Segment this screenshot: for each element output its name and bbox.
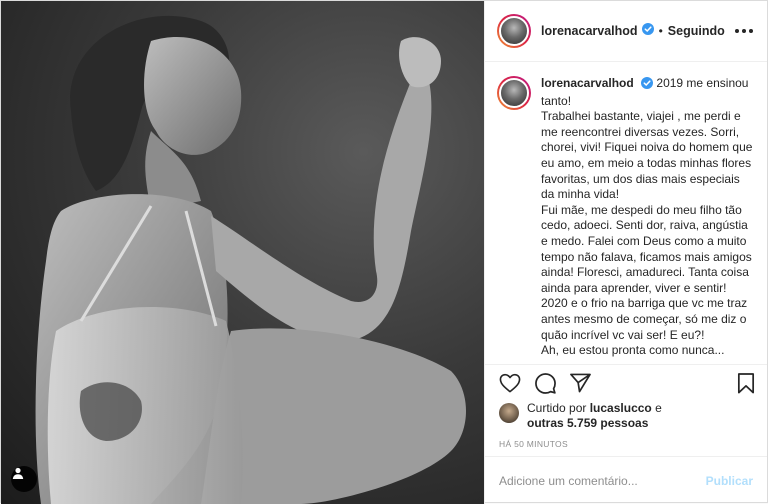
photo-illustration (35, 15, 466, 504)
comment-box: Publicar (485, 456, 767, 504)
likes-summary: Curtido por lucaslucco e outras 5.759 pe… (485, 401, 767, 435)
bookmark-icon[interactable] (737, 372, 755, 394)
post-header: lorenacarvalhod • Seguindo (485, 1, 767, 62)
comment-input[interactable] (499, 473, 706, 488)
likes-conjunction: e (655, 401, 662, 415)
caption-paragraph: 2020 e o frio na barriga que vc me traz … (541, 296, 748, 342)
instagram-post: lorenacarvalhod • Seguindo lorenacarvalh… (0, 0, 768, 504)
caption-paragraph: Trabalhei bastante, viajei , me perdi e … (541, 109, 753, 202)
author-avatar[interactable] (497, 14, 531, 48)
caption-paragraph: Ah, eu estou pronta como nunca... (541, 343, 725, 358)
caption-paragraph: Fui mãe, me despedi do meu filho tão ced… (541, 202, 752, 295)
author-username[interactable]: lorenacarvalhod (541, 24, 638, 38)
other-likes-link[interactable]: outras 5.759 pessoas (527, 416, 648, 430)
post-details-panel: lorenacarvalhod • Seguindo lorenacarvalh… (484, 1, 767, 504)
publish-button[interactable]: Publicar (706, 474, 753, 488)
header-separator: • (658, 24, 663, 38)
caption-author-avatar[interactable] (497, 76, 531, 110)
verified-badge-icon (641, 77, 654, 94)
caption-username[interactable]: lorenacarvalhod (541, 76, 634, 90)
following-button[interactable]: Seguindo (668, 24, 725, 38)
liker-avatar[interactable] (499, 403, 519, 423)
liker-username[interactable]: lucaslucco (590, 401, 652, 415)
caption-section: lorenacarvalhod 2019 me ensinou tanto! T… (485, 62, 767, 365)
heart-icon[interactable] (499, 373, 521, 393)
likes-prefix: Curtido por (527, 401, 587, 415)
action-bar (485, 365, 767, 401)
post-timestamp[interactable]: HÁ 50 MINUTOS (485, 435, 767, 457)
verified-badge-icon (641, 22, 654, 40)
post-photo[interactable] (1, 1, 484, 504)
share-icon[interactable] (570, 373, 591, 393)
person-icon[interactable] (11, 466, 37, 492)
caption-text: lorenacarvalhod 2019 me ensinou tanto! T… (541, 76, 753, 359)
more-options-icon[interactable] (735, 29, 753, 33)
comment-icon[interactable] (535, 372, 556, 394)
